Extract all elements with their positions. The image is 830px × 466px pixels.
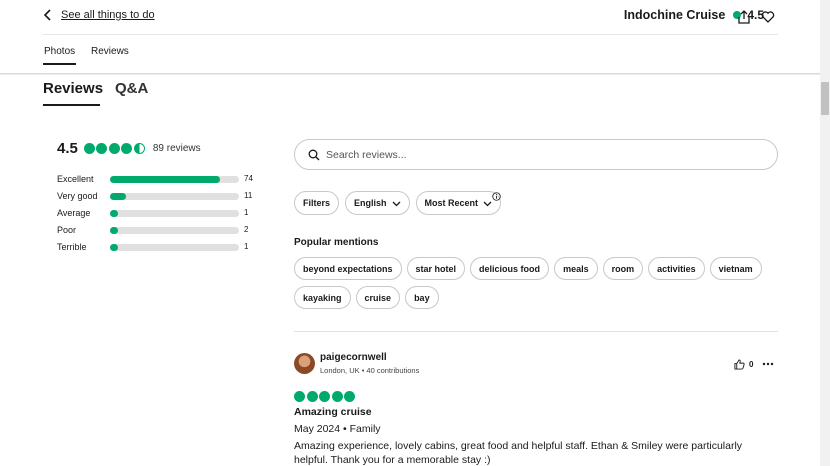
listing-title: Indochine Cruise <box>623 8 726 22</box>
distribution-label: Average <box>57 208 91 218</box>
mention-chip[interactable]: vietnam <box>709 257 762 280</box>
save-button[interactable] <box>760 9 776 25</box>
popular-mentions-title: Popular mentions <box>294 237 379 248</box>
search-box[interactable] <box>294 139 778 170</box>
search-input[interactable] <box>326 148 726 161</box>
section-tab-qa[interactable]: Q&A <box>115 80 148 97</box>
info-icon[interactable] <box>492 192 501 201</box>
bubble-icon <box>319 391 330 402</box>
mention-chip[interactable]: activities <box>648 257 705 280</box>
tab-reviews[interactable]: Reviews <box>91 46 129 57</box>
active-tab-underline <box>43 63 76 65</box>
section-tab-reviews[interactable]: Reviews <box>43 80 103 97</box>
scrollbar-thumb[interactable] <box>821 82 829 115</box>
bubble-icon <box>344 391 355 402</box>
scrollbar[interactable] <box>820 0 830 466</box>
sort-dropdown[interactable]: Most Recent <box>415 191 502 215</box>
helpful-vote-button[interactable]: 0 <box>734 359 753 370</box>
distribution-row[interactable]: Very good 11 <box>57 189 257 206</box>
distribution-label: Terrible <box>57 242 87 252</box>
section-tab-underline <box>43 104 100 106</box>
divider <box>294 331 778 332</box>
chevron-left-icon <box>43 9 51 21</box>
sort-dropdown-label: Most Recent <box>424 198 479 208</box>
distribution-count: 1 <box>244 242 249 251</box>
distribution-row[interactable]: Terrible 1 <box>57 240 257 257</box>
distribution-bar <box>110 210 239 217</box>
bubble-icon <box>331 391 343 402</box>
bubble-icon <box>294 391 305 402</box>
review-title[interactable]: Amazing cruise <box>294 406 372 418</box>
distribution-bar <box>110 244 239 251</box>
mention-chip[interactable]: cruise <box>355 286 401 309</box>
review-body: Amazing experience, lovely cabins, great… <box>294 440 743 466</box>
filters-button-label: Filters <box>303 198 331 208</box>
heart-icon <box>761 11 775 23</box>
mention-chip[interactable]: meals <box>554 257 598 280</box>
language-dropdown-label: English <box>354 198 387 208</box>
distribution-bar <box>110 227 239 234</box>
mention-chip[interactable]: star hotel <box>406 257 466 280</box>
overall-score: 4.5 <box>57 140 78 157</box>
distribution-fill <box>110 193 127 200</box>
back-link-label: See all things to do <box>61 9 155 21</box>
share-button[interactable] <box>736 9 752 25</box>
more-options-icon[interactable] <box>762 358 774 370</box>
bubble-icon <box>306 391 318 402</box>
distribution-bar <box>110 176 239 183</box>
top-tabs: Photos Reviews <box>43 34 778 68</box>
chevron-down-icon <box>483 201 492 206</box>
distribution-row[interactable]: Excellent 74 <box>57 172 257 189</box>
distribution-count: 74 <box>244 174 253 183</box>
filter-bar: Filters English Most Recent <box>294 191 502 215</box>
avatar[interactable] <box>294 353 315 374</box>
top-bar: See all things to do Indochine Cruise 4.… <box>0 0 820 34</box>
language-dropdown[interactable]: English <box>345 191 410 215</box>
distribution-row[interactable]: Average 1 <box>57 206 257 223</box>
distribution-label: Excellent <box>57 174 94 184</box>
distribution-fill <box>110 176 221 183</box>
distribution-label: Poor <box>57 225 77 235</box>
mention-chip[interactable]: room <box>602 257 644 280</box>
share-icon <box>738 10 750 24</box>
bubble-icon <box>96 143 108 154</box>
distribution-fill <box>110 210 118 217</box>
thumbs-up-icon <box>734 359 745 370</box>
distribution-count: 2 <box>244 225 249 234</box>
half-bubble-icon <box>133 143 145 154</box>
review-count: 89 reviews <box>152 143 201 154</box>
review-rating-bubbles <box>294 391 355 402</box>
distribution-label: Very good <box>57 191 98 201</box>
review-date: May 2024 • Family <box>294 423 381 435</box>
mention-chip[interactable]: bay <box>405 286 439 309</box>
bubble-icon <box>121 143 133 154</box>
mention-chip[interactable]: delicious food <box>470 257 550 280</box>
filters-button[interactable]: Filters <box>294 191 340 215</box>
search-icon <box>308 149 320 160</box>
distribution-count: 11 <box>244 191 253 200</box>
review-author-meta: London, UK • 40 contributions <box>320 366 420 375</box>
rating-bubbles <box>83 143 145 154</box>
distribution-row[interactable]: Poor 2 <box>57 223 257 240</box>
bubble-icon <box>108 143 120 154</box>
mention-chip[interactable]: beyond expectations <box>294 257 402 280</box>
bubble-icon <box>83 143 95 154</box>
distribution-fill <box>110 244 118 251</box>
rating-distribution: Excellent 74 Very good 11 Average 1 Poor… <box>57 172 257 257</box>
tab-photos[interactable]: Photos <box>44 46 75 57</box>
back-link[interactable]: See all things to do <box>43 9 155 21</box>
distribution-bar <box>110 193 239 200</box>
popular-mentions-list: beyond expectations star hotel delicious… <box>294 257 774 310</box>
mention-chip[interactable]: kayaking <box>294 286 351 309</box>
sticky-header-shadow <box>0 73 820 75</box>
chevron-down-icon <box>392 201 400 206</box>
distribution-fill <box>110 227 118 234</box>
helpful-vote-count: 0 <box>749 360 754 369</box>
distribution-count: 1 <box>244 208 249 217</box>
rating-summary: 4.5 89 reviews <box>57 140 201 157</box>
review-username[interactable]: paigecornwell <box>320 352 387 363</box>
